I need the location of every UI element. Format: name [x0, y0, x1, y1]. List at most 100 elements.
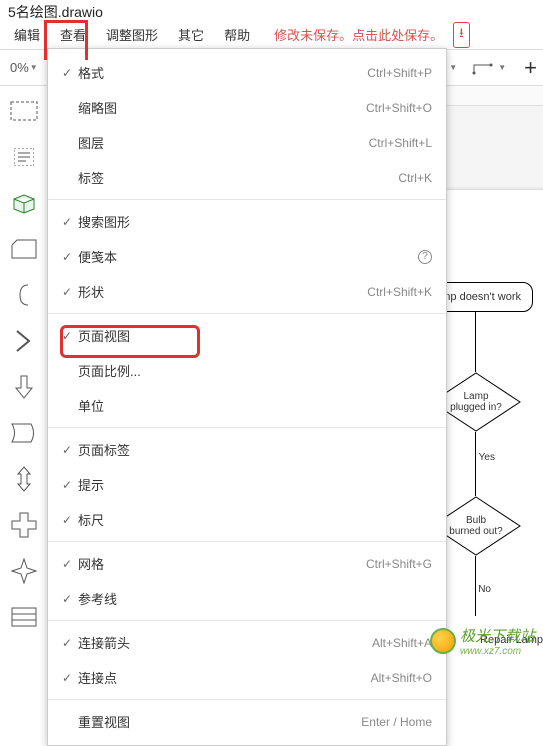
menu-item[interactable]: ✓页面标签: [48, 432, 446, 467]
menu-item-label: 图层: [78, 133, 369, 152]
check-icon: ✓: [56, 671, 78, 685]
shape-text[interactable]: [5, 138, 43, 176]
flow-label-no: No: [478, 584, 491, 595]
flow-edge: [475, 432, 476, 496]
menu-shortcut: Alt+Shift+O: [371, 671, 432, 685]
menu-item[interactable]: ✓参考线: [48, 581, 446, 616]
shapes-sidebar: [0, 86, 48, 663]
menu-shortcut: Enter / Home: [361, 715, 432, 729]
menu-separator: [48, 427, 446, 428]
check-icon: ✓: [56, 513, 78, 527]
menu-item[interactable]: 单位: [48, 388, 446, 423]
menu-item-label: 格式: [78, 63, 367, 82]
check-icon: ✓: [56, 443, 78, 457]
menu-item-label: 标签: [78, 168, 398, 187]
shape-arrow-updown[interactable]: [5, 460, 43, 498]
menu-item-label: 提示: [78, 475, 432, 494]
check-icon: ✓: [56, 215, 78, 229]
download-button[interactable]: ⭳: [453, 22, 470, 48]
menu-separator: [48, 199, 446, 200]
shape-or[interactable]: [5, 414, 43, 452]
menu-item[interactable]: ✓页面视图: [48, 318, 446, 353]
shape-card[interactable]: [5, 230, 43, 268]
menu-item-label: 重置视图: [78, 712, 361, 731]
menu-item-label: 连接点: [78, 668, 371, 687]
menu-item[interactable]: 缩略图Ctrl+Shift+O: [48, 90, 446, 125]
menu-shortcut: Ctrl+Shift+O: [366, 101, 432, 115]
menu-item-label: 搜索图形: [78, 212, 432, 231]
shape-arrow-down[interactable]: [5, 368, 43, 406]
shape-list[interactable]: [5, 598, 43, 636]
menu-item[interactable]: ✓网格Ctrl+Shift+G: [48, 546, 446, 581]
menu-item[interactable]: ✓标尺: [48, 502, 446, 537]
menu-shortcut: Ctrl+Shift+L: [369, 136, 432, 150]
flow-label-yes: Yes: [479, 452, 495, 463]
view-menu-dropdown: ✓格式Ctrl+Shift+P缩略图Ctrl+Shift+O图层Ctrl+Shi…: [47, 48, 447, 746]
menu-item[interactable]: ✓搜索图形: [48, 204, 446, 239]
shape-rect-dashed[interactable]: [5, 92, 43, 130]
menu-shortcut: Ctrl+K: [398, 171, 432, 185]
menu-item[interactable]: 重置视图Enter / Home: [48, 704, 446, 739]
check-icon: ✓: [56, 285, 78, 299]
check-icon: ✓: [56, 636, 78, 650]
menu-extras[interactable]: 其它: [168, 21, 214, 48]
insert-button[interactable]: +: [524, 55, 537, 81]
shape-star4[interactable]: [5, 552, 43, 590]
menu-item-label: 单位: [78, 396, 432, 415]
help-icon[interactable]: ?: [418, 250, 432, 264]
menu-shortcut: Ctrl+Shift+G: [366, 557, 432, 571]
watermark-url: www.xz7.com: [460, 646, 535, 657]
flow-edge: [475, 312, 476, 372]
menu-item[interactable]: ✓连接点Alt+Shift+O: [48, 660, 446, 695]
menubar: 编辑 查看 调整图形 其它 帮助 修改未保存。点击此处保存。 ⭳: [0, 20, 543, 50]
menu-item-label: 缩略图: [78, 98, 366, 117]
menu-item-label: 页面视图: [78, 326, 432, 345]
watermark-text: 极光下载站: [460, 625, 535, 646]
menu-item-label: 页面比例...: [78, 361, 432, 380]
chevron-down-icon: ▼: [449, 63, 457, 72]
waypoint-style-dropdown[interactable]: ▼: [467, 57, 510, 79]
menu-separator: [48, 620, 446, 621]
shape-bracket[interactable]: [5, 276, 43, 314]
check-icon: ✓: [56, 478, 78, 492]
menu-arrange[interactable]: 调整图形: [96, 21, 168, 48]
zoom-dropdown[interactable]: 0% ▼: [6, 58, 42, 77]
check-icon: ✓: [56, 66, 78, 80]
chevron-down-icon: ▼: [498, 63, 506, 72]
menu-item[interactable]: 页面比例...: [48, 353, 446, 388]
shape-plus[interactable]: [5, 506, 43, 544]
menu-view[interactable]: 查看: [50, 21, 96, 48]
menu-help[interactable]: 帮助: [214, 21, 260, 48]
menu-separator: [48, 699, 446, 700]
menu-shortcut: Ctrl+Shift+K: [367, 285, 432, 299]
menu-item-label: 参考线: [78, 589, 432, 608]
check-icon: ✓: [56, 592, 78, 606]
menu-item[interactable]: ✓格式Ctrl+Shift+P: [48, 55, 446, 90]
shape-chevron[interactable]: [5, 322, 43, 360]
menu-item-label: 标尺: [78, 510, 432, 529]
menu-item[interactable]: ✓提示: [48, 467, 446, 502]
menu-item-label: 网格: [78, 554, 366, 573]
window-title: 5名绘图.drawio: [0, 0, 543, 20]
menu-shortcut: Alt+Shift+A: [372, 636, 432, 650]
menu-item-label: 连接箭头: [78, 633, 372, 652]
watermark: 极光下载站 www.xz7.com: [430, 625, 535, 657]
menu-item-label: 便笺本: [78, 247, 414, 266]
shape-cube[interactable]: [5, 184, 43, 222]
menu-item[interactable]: ✓形状Ctrl+Shift+K: [48, 274, 446, 309]
check-icon: ✓: [56, 250, 78, 264]
check-icon: ✓: [56, 557, 78, 571]
menu-separator: [48, 313, 446, 314]
unsaved-warning[interactable]: 修改未保存。点击此处保存。: [268, 23, 449, 46]
menu-item[interactable]: 标签Ctrl+K: [48, 160, 446, 195]
menu-separator: [48, 541, 446, 542]
menu-edit[interactable]: 编辑: [4, 21, 50, 48]
menu-item[interactable]: 图层Ctrl+Shift+L: [48, 125, 446, 160]
zoom-value: 0%: [10, 60, 29, 75]
chevron-down-icon: ▼: [30, 63, 38, 72]
menu-item[interactable]: ✓连接箭头Alt+Shift+A: [48, 625, 446, 660]
flow-edge: [475, 556, 476, 616]
check-icon: ✓: [56, 329, 78, 343]
menu-item[interactable]: ✓便笺本?: [48, 239, 446, 274]
watermark-icon: [430, 628, 456, 654]
